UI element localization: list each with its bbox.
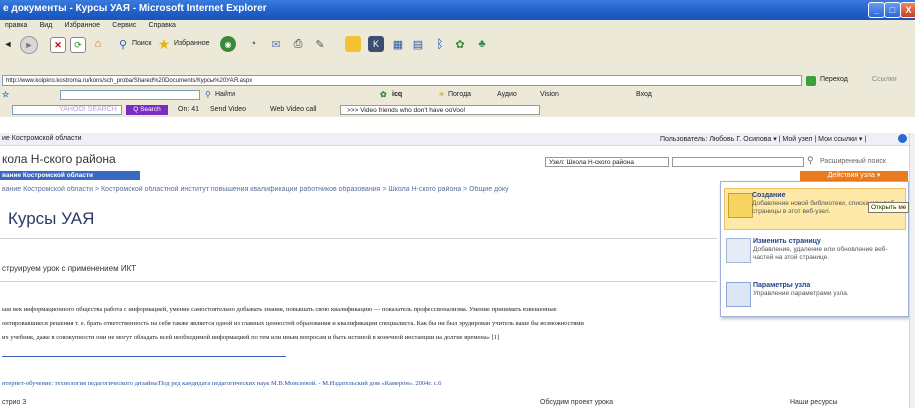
back-button[interactable]: ◄	[2, 38, 14, 50]
send-video-button[interactable]: Send Video	[210, 106, 246, 113]
bottom-mid-header[interactable]: Обсудим проект урока	[540, 399, 613, 406]
site-title: кола Н-ского района	[2, 152, 116, 166]
vision-button[interactable]: Vision	[540, 91, 559, 98]
user-menu[interactable]: Пользователь: Любовь Г. Осипова ▾ | Мой …	[660, 135, 866, 143]
address-input[interactable]: http://www.koipkro.kostroma.ru/kons/sch_…	[2, 75, 802, 86]
menu-bar: правка Вид Избранное Сервис Справка	[0, 20, 915, 32]
edit-icon[interactable]: ✎	[312, 36, 328, 52]
search-scope-select[interactable]: Узел: Школа Н-ского района	[545, 157, 669, 167]
app-icon-3[interactable]: ▤	[410, 36, 426, 52]
menu-tools[interactable]: Сервис	[112, 20, 136, 32]
search-toolbar: ☆ ⚲ Найти ✿ icq ☀ Погода Аудио Vision Вх…	[0, 88, 915, 103]
bluetooth-icon[interactable]: ᛒ	[432, 36, 448, 52]
enter-button[interactable]: Вход	[636, 91, 652, 98]
site-subtitle: вание Костромской области	[2, 172, 94, 179]
favorites-label[interactable]: Избранное	[174, 40, 209, 47]
menu-help[interactable]: Справка	[148, 20, 175, 32]
vertical-scrollbar[interactable]	[909, 133, 915, 408]
media-icon[interactable]: ◉	[220, 36, 236, 52]
menu-item-title: Создание	[752, 192, 786, 199]
search-icon[interactable]: ⚲	[115, 36, 131, 52]
menu-item-site-settings[interactable]: Параметры узла Управление параметрами уз…	[726, 282, 904, 308]
close-button[interactable]: X	[900, 2, 915, 18]
plugin-icon[interactable]: ✿	[452, 36, 468, 52]
breadcrumb[interactable]: вание Костромской области > Костромской …	[2, 186, 717, 193]
history-icon[interactable]: ◔	[245, 36, 261, 52]
address-bar: http://www.koipkro.kostroma.ru/kons/sch_…	[0, 74, 915, 88]
audio-button[interactable]: Аудио	[497, 91, 517, 98]
bottom-right-header[interactable]: Наши ресурсы	[790, 399, 838, 406]
web-video-button[interactable]: Web Video call	[270, 106, 316, 113]
minimize-button[interactable]: _	[868, 2, 885, 18]
site-actions-button[interactable]: Действия узла ▾	[800, 171, 908, 181]
search-go-icon[interactable]: ⚲	[807, 155, 814, 166]
site-subtitle-bar: вание Костромской области	[0, 171, 140, 180]
refresh-icon[interactable]: ⟳	[70, 37, 86, 53]
menu-item-desc: Управление параметрами узла.	[753, 290, 849, 297]
go-icon[interactable]	[806, 76, 816, 86]
edit-page-icon	[726, 238, 751, 263]
folder-icon[interactable]	[345, 36, 361, 52]
magnifier-icon[interactable]: ⚲	[205, 90, 211, 99]
window-title: е документы - Курсы УАЯ - Microsoft Inte…	[3, 3, 267, 14]
create-icon	[728, 193, 753, 218]
help-icon[interactable]	[898, 134, 907, 143]
menu-item-edit-page[interactable]: Изменить страницу Добавление, удаление и…	[726, 238, 904, 274]
go-button[interactable]: Переход	[820, 76, 848, 83]
toolbar-search-input[interactable]	[60, 90, 200, 100]
print-icon[interactable]: ⎙	[290, 36, 306, 52]
footnote-separator	[2, 356, 286, 357]
title-bar: е документы - Курсы УАЯ - Microsoft Inte…	[0, 0, 915, 20]
yahoo-search-input[interactable]: YAHOO! SEARCH	[12, 105, 122, 115]
video-friends-banner[interactable]: >>> Video friends who don't have ooVoo!	[340, 105, 540, 115]
favorites-icon[interactable]: ★	[155, 35, 173, 53]
site-search-input[interactable]	[672, 157, 804, 167]
links-label[interactable]: Ссылки	[872, 76, 897, 83]
menu-view[interactable]: Вид	[40, 20, 53, 32]
page-top-bar: ие Костромской области Пользователь: Люб…	[0, 133, 915, 146]
menu-item-title: Изменить страницу	[753, 238, 821, 245]
page-title: Курсы УАЯ	[8, 209, 95, 228]
icq-button[interactable]: icq	[392, 91, 402, 98]
tooltip: Открыть ме	[868, 202, 910, 213]
find-button[interactable]: Найти	[215, 91, 235, 98]
menu-item-desc: Добавление, удаление или обновление веб-…	[753, 246, 888, 261]
yahoo-toolbar: YAHOO! SEARCH Q Search On: 41 Send Video…	[0, 103, 915, 117]
body-line-2: онтировавшиеся решения т. е. брать ответ…	[2, 320, 584, 327]
divider	[0, 281, 717, 282]
weather-icon: ☀	[438, 90, 446, 99]
menu-favorites[interactable]: Избранное	[65, 20, 100, 32]
footnote: нтернет-обучение: технология педагогичес…	[2, 380, 442, 387]
divider	[0, 238, 717, 239]
weather-button[interactable]: Погода	[448, 91, 471, 98]
translate-icon[interactable]: ♣	[474, 36, 490, 52]
on-status: On: 41	[178, 106, 200, 113]
body-line-3: их учебник, даже в совокупности они не м…	[2, 334, 500, 341]
bottom-left-header: стрио 3	[2, 399, 27, 406]
section-heading: струируем урок с применением ИКТ	[2, 264, 137, 273]
toolbar-logo-icon: ☆	[2, 90, 10, 99]
app-icon-2[interactable]: ▦	[390, 36, 406, 52]
maximize-button[interactable]: □	[884, 2, 901, 18]
standard-toolbar: ◄ ► ✕ ⟳ ⌂ ⚲ Поиск ★ Избранное ◉ ◔ ✉ ⎙ ✎ …	[0, 32, 915, 75]
mail-icon[interactable]: ✉	[268, 36, 284, 52]
advanced-search-link[interactable]: Расширенный поиск	[820, 158, 886, 165]
search-label[interactable]: Поиск	[132, 40, 151, 47]
yahoo-search-button[interactable]: Q Search	[126, 105, 168, 115]
menu-edit[interactable]: правка	[5, 20, 27, 32]
region-link[interactable]: ие Костромской области	[2, 135, 82, 142]
menu-item-title: Параметры узла	[753, 282, 811, 289]
app-icon-1[interactable]: K	[368, 36, 384, 52]
stop-icon[interactable]: ✕	[50, 37, 66, 53]
forward-icon[interactable]: ►	[20, 36, 38, 54]
home-icon[interactable]: ⌂	[90, 36, 106, 52]
flower-icon: ✿	[380, 90, 387, 99]
settings-icon	[726, 282, 751, 307]
